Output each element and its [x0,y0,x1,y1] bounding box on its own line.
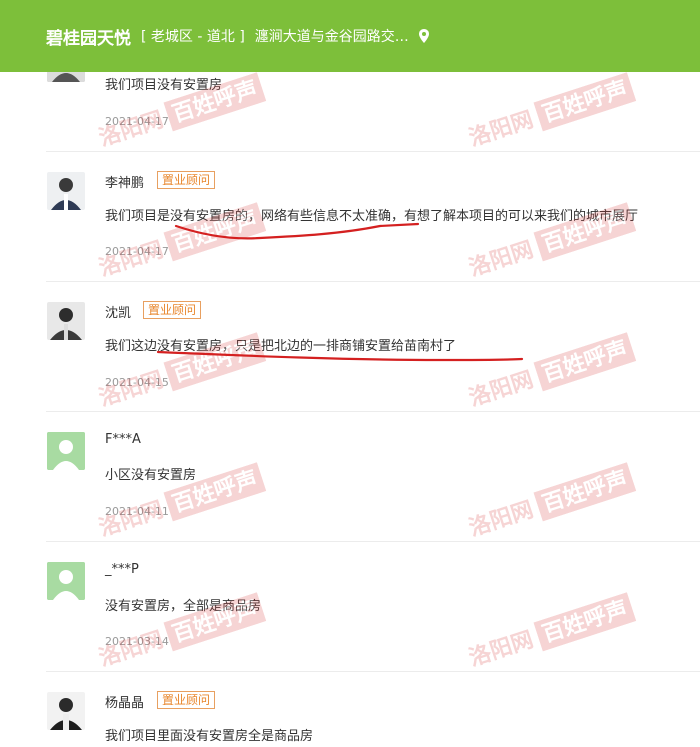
divider [46,411,700,412]
watermark: 洛阳网百姓呼声 [464,70,637,153]
comment-date: 2021-04-17 [105,245,169,258]
consultant-badge: 置业顾问 [157,171,216,189]
address-label: 瀍涧大道与金谷园路交… [254,29,409,45]
comment-text: 我们项目没有安置房 [105,78,223,93]
comment-date: 2021-04-15 [105,376,169,389]
comment-text: 我们项目里面没有安置房全是商品房 [105,729,314,744]
location-icon[interactable] [418,29,429,43]
annotation-underline [174,222,420,240]
divider [46,541,700,542]
avatar[interactable] [47,302,85,340]
divider [46,151,700,152]
watermark: 洛阳网百姓呼声 [464,330,637,413]
avatar[interactable] [47,692,85,730]
watermark: 洛阳网百姓呼声 [464,590,637,673]
username: 沈凯 [105,306,132,321]
comment-date: 2021-04-11 [105,505,169,518]
project-title[interactable]: 碧桂园天悦 [46,24,131,49]
username: F***A [105,432,141,447]
avatar[interactable] [47,432,85,470]
header-bar: 碧桂园天悦 [ 老城区 - 道北 ] 瀍涧大道与金谷园路交… [0,0,700,72]
username: _***P [105,562,139,577]
divider [46,671,700,672]
comment-date: 2021-04-17 [105,115,169,128]
watermark: 洛阳网百姓呼声 [464,460,637,543]
comment-text: 小区没有安置房 [105,468,197,483]
avatar[interactable] [47,562,85,600]
username: 杨晶晶 [105,696,145,711]
region-label: [ 老城区 - 道北 ] [141,29,245,45]
consultant-badge: 置业顾问 [157,691,216,709]
comment-text: 没有安置房，全部是商品房 [105,599,262,614]
comment-text: 我们项目是没有安置房的，网络有些信息不太准确，有想了解本项目的可以来我们的城市展… [105,209,639,224]
consultant-badge: 置业顾问 [143,301,202,319]
divider [46,281,700,282]
comment-text: 我们这边没有安置房，只是把北边的一排商铺安置给苗南村了 [105,339,457,354]
avatar[interactable] [47,172,85,210]
comment-date: 2021-03-14 [105,635,169,648]
username: 李神鹏 [105,176,145,191]
